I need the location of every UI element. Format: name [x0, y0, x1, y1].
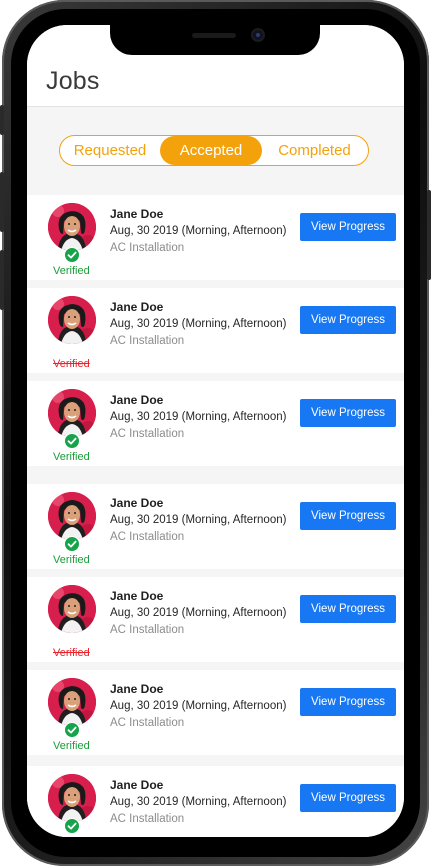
- user-avatar: [48, 492, 96, 540]
- phone-volume-down: [0, 250, 4, 310]
- verified-label: Verified: [53, 358, 90, 370]
- verified-label: Verified: [53, 647, 90, 659]
- job-list-item[interactable]: Verified Jane Doe Aug, 30 2019 (Morning,…: [27, 288, 404, 373]
- user-avatar: [48, 203, 96, 251]
- verified-label: Verified: [53, 740, 90, 752]
- user-avatar: [48, 774, 96, 822]
- job-list-item[interactable]: Verified Jane Doe Aug, 30 2019 (Morning,…: [27, 766, 404, 837]
- phone-power-button: [427, 190, 431, 280]
- client-name: Jane Doe: [110, 589, 164, 603]
- client-name: Jane Doe: [110, 300, 164, 314]
- phone-volume-up: [0, 172, 4, 232]
- view-progress-button[interactable]: View Progress: [300, 784, 396, 812]
- job-date: Aug, 30 2019 (Morning, Afternoon): [110, 318, 287, 330]
- client-name: Jane Doe: [110, 393, 164, 407]
- job-date: Aug, 30 2019 (Morning, Afternoon): [110, 225, 287, 237]
- check-circle-icon: [64, 818, 80, 834]
- phone-speaker: [192, 33, 236, 38]
- job-service: AC Installation: [110, 717, 185, 729]
- view-progress-button[interactable]: View Progress: [300, 595, 396, 623]
- job-service: AC Installation: [110, 624, 185, 636]
- user-avatar: [48, 678, 96, 726]
- job-list-item[interactable]: Verified Jane Doe Aug, 30 2019 (Morning,…: [27, 484, 404, 569]
- view-progress-button[interactable]: View Progress: [300, 306, 396, 334]
- job-service: AC Installation: [110, 242, 185, 254]
- job-date: Aug, 30 2019 (Morning, Afternoon): [110, 411, 287, 423]
- verified-label: Verified: [53, 451, 90, 463]
- verified-label: Verified: [53, 265, 90, 277]
- check-circle-icon: [64, 247, 80, 263]
- phone-notch: [110, 24, 320, 55]
- verified-label: Verified: [53, 836, 90, 837]
- user-avatar: [48, 389, 96, 437]
- job-date: Aug, 30 2019 (Morning, Afternoon): [110, 700, 287, 712]
- client-name: Jane Doe: [110, 496, 164, 510]
- job-list-item[interactable]: Verified Jane Doe Aug, 30 2019 (Morning,…: [27, 381, 404, 466]
- job-list-item[interactable]: Verified Jane Doe Aug, 30 2019 (Morning,…: [27, 670, 404, 755]
- job-date: Aug, 30 2019 (Morning, Afternoon): [110, 796, 287, 808]
- view-progress-button[interactable]: View Progress: [300, 688, 396, 716]
- tab-accepted[interactable]: Accepted: [160, 136, 262, 165]
- check-circle-icon: [64, 536, 80, 552]
- front-camera-icon: [253, 30, 263, 40]
- phone-mute-switch: [0, 105, 4, 135]
- view-progress-button[interactable]: View Progress: [300, 213, 396, 241]
- job-service: AC Installation: [110, 813, 185, 825]
- user-avatar: [48, 585, 96, 633]
- check-circle-icon: [64, 433, 80, 449]
- job-service: AC Installation: [110, 335, 185, 347]
- app-screen: Jobs Requested Accepted Completed Verifi…: [27, 25, 404, 837]
- job-status-tabs: Requested Accepted Completed: [59, 135, 369, 166]
- view-progress-button[interactable]: View Progress: [300, 399, 396, 427]
- verified-label: Verified: [53, 554, 90, 566]
- job-service: AC Installation: [110, 531, 185, 543]
- job-service: AC Installation: [110, 428, 185, 440]
- page-title: Jobs: [46, 67, 100, 95]
- user-avatar: [48, 296, 96, 344]
- tab-completed[interactable]: Completed: [262, 136, 367, 165]
- job-date: Aug, 30 2019 (Morning, Afternoon): [110, 607, 287, 619]
- job-list-item[interactable]: Verified Jane Doe Aug, 30 2019 (Morning,…: [27, 577, 404, 662]
- client-name: Jane Doe: [110, 778, 164, 792]
- client-name: Jane Doe: [110, 207, 164, 221]
- client-name: Jane Doe: [110, 682, 164, 696]
- check-circle-icon: [64, 722, 80, 738]
- job-date: Aug, 30 2019 (Morning, Afternoon): [110, 514, 287, 526]
- view-progress-button[interactable]: View Progress: [300, 502, 396, 530]
- tab-requested[interactable]: Requested: [60, 136, 160, 165]
- job-list-item[interactable]: Verified Jane Doe Aug, 30 2019 (Morning,…: [27, 195, 404, 280]
